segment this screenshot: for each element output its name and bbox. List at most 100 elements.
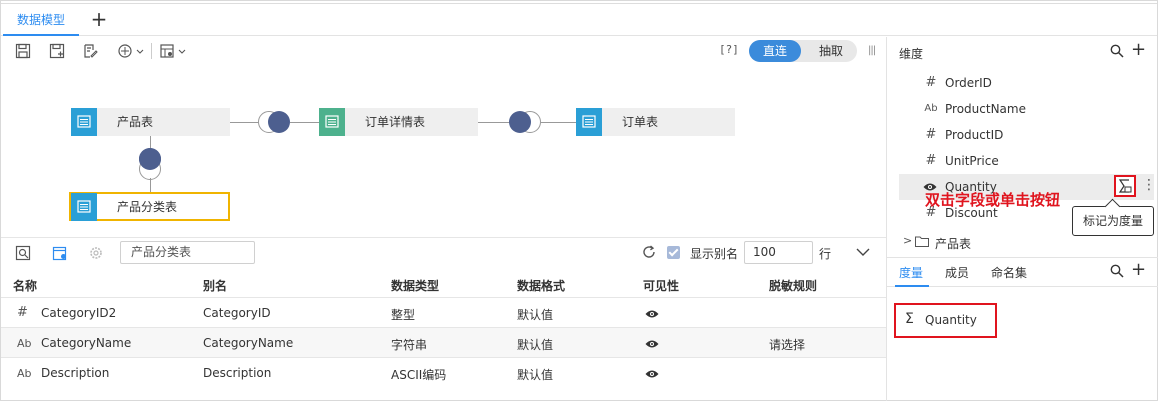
help-button[interactable]: [?]	[719, 43, 739, 56]
field-name: CategoryID2	[41, 306, 117, 320]
field-search-input[interactable]: 产品分类表	[120, 241, 255, 264]
text-type-icon: Ab	[17, 337, 32, 350]
table-node-products[interactable]: 产品表	[71, 108, 230, 136]
table-name: 订单详情表	[365, 115, 426, 129]
field-name: CategoryName	[41, 336, 132, 350]
table-icon	[319, 108, 345, 136]
field-data-type[interactable]: 整型	[391, 306, 415, 323]
add-measure-button[interactable]: +	[1131, 259, 1146, 280]
field-data-format[interactable]: 默认值	[517, 336, 553, 353]
table-name: 产品分类表	[117, 200, 178, 214]
join-indicator-front	[139, 148, 161, 170]
eye-icon[interactable]	[645, 369, 659, 379]
tab-data-model[interactable]: 数据模型	[3, 6, 79, 36]
field-alias[interactable]: CategoryID	[203, 306, 271, 320]
table-name: 订单表	[622, 115, 659, 129]
column-header-data-format: 数据格式	[517, 279, 566, 293]
field-alias[interactable]: Description	[203, 366, 271, 380]
edit-properties-icon[interactable]	[82, 43, 98, 59]
table-settings-dropdown-icon[interactable]	[159, 43, 187, 59]
table-icon	[576, 108, 602, 136]
tab-bar: 数据模型 +	[1, 1, 1157, 36]
number-type-icon: #	[925, 75, 937, 90]
join-line	[290, 122, 319, 123]
instruction-annotation: 双击字段或单击按钮	[925, 191, 1061, 209]
dimension-item-orderid[interactable]: # OrderID	[899, 70, 1154, 96]
eye-icon[interactable]	[645, 339, 659, 349]
query-mode-switch[interactable]: 直连 抽取	[749, 40, 857, 62]
chevron-right-icon[interactable]: >	[903, 234, 912, 247]
chevron-down-icon[interactable]	[855, 246, 871, 258]
mark-as-measure-tooltip: 标记为度量	[1072, 206, 1154, 236]
direct-mode-option[interactable]: 直连	[749, 40, 801, 62]
number-type-icon: #	[925, 127, 937, 142]
table-icon	[71, 108, 97, 136]
data-source-dropdown-icon[interactable]	[117, 43, 145, 59]
save-as-icon[interactable]	[49, 43, 65, 59]
field-settings-icon[interactable]	[52, 245, 68, 261]
number-type-icon: #	[17, 305, 28, 320]
text-type-icon: Ab	[17, 367, 32, 380]
field-alias[interactable]: CategoryName	[203, 336, 293, 350]
field-name: Description	[41, 366, 110, 380]
show-alias-checkbox[interactable]	[667, 246, 680, 259]
field-data-type[interactable]: ASCII编码	[391, 366, 446, 383]
extract-mode-option[interactable]: 抽取	[805, 40, 857, 62]
save-icon[interactable]	[15, 43, 31, 59]
dimension-label: ProductID	[945, 128, 1004, 142]
table-node-order-details[interactable]: 订单详情表	[319, 108, 478, 136]
field-data-format[interactable]: 默认值	[517, 306, 553, 323]
dimension-item-unitprice[interactable]: # UnitPrice	[899, 148, 1154, 174]
text-type-icon: Ab	[924, 103, 938, 114]
table-node-orders[interactable]: 订单表	[576, 108, 735, 136]
dimension-title: 维度	[899, 47, 924, 61]
tab-measure[interactable]: 度量	[899, 264, 923, 281]
field-masking-rule[interactable]: 请选择	[769, 336, 805, 353]
sigma-icon: Σ	[905, 311, 914, 327]
join-line	[230, 122, 260, 123]
dimension-item-productid[interactable]: # ProductID	[899, 122, 1154, 148]
fields-toolbar: 产品分类表 显示别名 100 行	[1, 237, 886, 267]
folder-products[interactable]: > 产品表	[899, 233, 1154, 253]
field-data-type[interactable]: 字符串	[391, 336, 427, 353]
top-divider	[1, 3, 1157, 4]
search-icon[interactable]	[1110, 44, 1124, 58]
data-model-editor: 数据模型 + [?] 直连 抽取 ||| 产品表 订单详情表 订单表 产品分类表…	[0, 0, 1158, 401]
join-line	[478, 122, 510, 123]
number-type-icon: #	[925, 153, 937, 168]
model-toolbar: [?] 直连 抽取 |||	[1, 37, 886, 65]
mark-as-measure-button[interactable]	[1114, 175, 1136, 197]
eye-icon[interactable]	[645, 309, 659, 319]
gear-icon[interactable]	[88, 245, 104, 261]
measure-item-quantity[interactable]: Σ Quantity	[894, 303, 997, 338]
toolbar-divider	[151, 43, 152, 59]
table-name: 产品表	[117, 115, 154, 129]
search-icon[interactable]	[1110, 264, 1124, 278]
dimension-label: OrderID	[945, 76, 992, 90]
table-node-categories-selected[interactable]: 产品分类表	[69, 192, 230, 221]
relationship-canvas[interactable]: 产品表 订单详情表 订单表 产品分类表	[1, 65, 886, 237]
tab-named-sets[interactable]: 命名集	[991, 264, 1027, 281]
add-dimension-button[interactable]: +	[1131, 39, 1146, 60]
column-header-masking: 脱敏规则	[769, 279, 818, 293]
field-data-format[interactable]: 默认值	[517, 366, 553, 383]
table-row[interactable]: Ab Description Description ASCII编码 默认值	[1, 357, 886, 388]
join-indicator[interactable]	[509, 111, 531, 133]
table-row[interactable]: Ab CategoryName CategoryName 字符串 默认值 请选择	[1, 327, 886, 357]
refresh-icon[interactable]	[641, 244, 657, 260]
add-tab-button[interactable]: +	[89, 7, 109, 31]
folder-icon	[915, 236, 929, 247]
dimension-label: UnitPrice	[945, 154, 999, 168]
preview-data-icon[interactable]	[15, 245, 31, 261]
table-icon	[71, 193, 97, 221]
join-line	[541, 122, 576, 123]
more-options-icon[interactable]: ⋮	[1142, 177, 1156, 193]
column-header-name: 名称	[13, 279, 38, 293]
tab-members[interactable]: 成员	[945, 264, 969, 281]
show-alias-label: 显示别名	[690, 247, 739, 261]
dimension-item-productname[interactable]: Ab ProductName	[899, 96, 1154, 122]
row-count-input[interactable]: 100	[744, 241, 813, 264]
panel-collapse-handle[interactable]: |||	[868, 45, 876, 56]
table-row[interactable]: # CategoryID2 CategoryID 整型 默认值	[1, 297, 886, 327]
join-indicator[interactable]	[268, 111, 290, 133]
